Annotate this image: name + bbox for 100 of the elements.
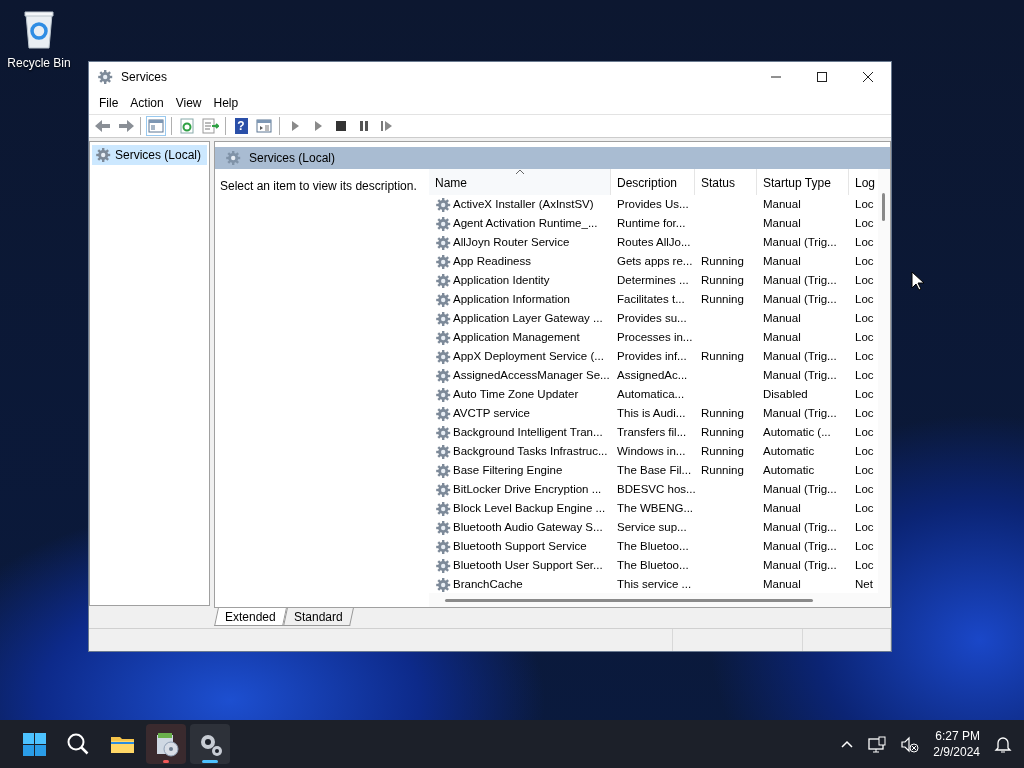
service-gear-icon xyxy=(435,576,451,593)
service-gear-icon xyxy=(435,462,451,479)
table-cell: Manual (Trig... xyxy=(763,273,837,286)
desktop-icon-label[interactable]: Recycle Bin xyxy=(7,54,71,72)
table-cell: Loc xyxy=(855,330,874,343)
table-cell[interactable]: Background Tasks Infrastruc... xyxy=(453,442,608,461)
table-cell: Loc xyxy=(855,387,874,400)
column-header[interactable]: Name xyxy=(429,169,611,195)
panel-icon xyxy=(147,117,165,135)
table-cell: Running xyxy=(701,463,744,476)
table-cell[interactable]: AssignedAccessManager Se... xyxy=(453,366,610,385)
service-gear-icon xyxy=(435,215,451,232)
table-cell[interactable]: AllJoyn Router Service xyxy=(453,233,570,252)
table-cell: Manual (Trig... xyxy=(763,368,837,381)
table-cell: This is Audi... xyxy=(617,406,686,419)
table-cell[interactable]: BitLocker Drive Encryption ... xyxy=(453,480,602,499)
table-cell[interactable]: Background Intelligent Tran... xyxy=(453,423,603,442)
table-cell: Running xyxy=(701,292,744,305)
service-gear-icon xyxy=(435,348,451,365)
table-cell: Running xyxy=(701,444,744,457)
view-tab[interactable]: Extended xyxy=(214,608,287,626)
table-cell: Manual xyxy=(763,330,801,343)
table-cell: Automatic (... xyxy=(763,425,831,438)
table-cell: Manual xyxy=(763,577,801,590)
description-text: Select an item to view its description. xyxy=(219,178,418,195)
table-cell: Automatic xyxy=(763,463,815,476)
table-cell[interactable]: AppX Deployment Service (... xyxy=(453,347,604,366)
menu-item[interactable]: File xyxy=(93,93,125,112)
tree-item[interactable]: Services (Local) xyxy=(92,145,207,165)
start-icon xyxy=(20,730,48,758)
refresh-icon xyxy=(178,117,196,135)
table-cell[interactable]: Application Identity xyxy=(453,271,550,290)
menu-item[interactable]: Help xyxy=(207,93,245,112)
menu-item[interactable]: Action xyxy=(124,93,170,112)
table-cell[interactable]: Auto Time Zone Updater xyxy=(453,385,579,404)
table-cell[interactable]: Application Management xyxy=(453,328,580,347)
table-cell: Service sup... xyxy=(617,520,687,533)
table-cell: Loc xyxy=(855,254,874,267)
vertical-scrollbar[interactable] xyxy=(878,169,890,593)
table-cell: Loc xyxy=(855,444,874,457)
speaker-muted-icon[interactable] xyxy=(900,735,920,753)
table-cell: The Base Fil... xyxy=(617,463,692,476)
table-cell: Loc xyxy=(855,368,874,381)
service-gear-icon xyxy=(435,253,451,270)
service-gear-icon xyxy=(435,500,451,517)
table-cell[interactable]: Base Filtering Engine xyxy=(453,461,563,480)
panel-button[interactable] xyxy=(146,116,166,136)
table-cell: Manual (Trig... xyxy=(763,520,837,533)
service-gear-icon xyxy=(435,272,451,289)
service-gear-icon xyxy=(435,405,451,422)
table-cell: Transfers fil... xyxy=(617,425,687,438)
table-cell: Loc xyxy=(855,425,874,438)
sort-caret-icon xyxy=(514,169,525,175)
column-header[interactable]: Description xyxy=(611,169,695,195)
taskbar-app[interactable] xyxy=(146,724,186,764)
properties-button[interactable] xyxy=(254,116,274,136)
network-icon[interactable] xyxy=(868,735,887,753)
clock[interactable]: 6:27 PM 2/9/2024 xyxy=(933,728,980,760)
table-cell: Gets apps re... xyxy=(617,254,693,267)
table-cell: This service ... xyxy=(617,577,692,590)
table-cell: Manual (Trig... xyxy=(763,406,837,419)
table-cell: Provides Us... xyxy=(617,197,689,210)
service-gear-icon xyxy=(435,443,451,460)
table-cell: Loc xyxy=(855,216,874,229)
table-cell[interactable]: Bluetooth Audio Gateway S... xyxy=(453,518,603,537)
refresh-button[interactable] xyxy=(177,116,197,136)
app-gear-icon xyxy=(97,68,113,85)
table-cell[interactable]: Block Level Backup Engine ... xyxy=(453,499,606,518)
table-cell: Running xyxy=(701,406,744,419)
table-cell: Net xyxy=(855,577,873,590)
table-cell: The Bluetoo... xyxy=(617,558,689,571)
menu-item[interactable]: View xyxy=(169,93,208,112)
table-cell: Determines ... xyxy=(617,273,689,286)
table-cell[interactable]: Agent Activation Runtime_... xyxy=(453,214,598,233)
table-cell[interactable]: Bluetooth Support Service xyxy=(453,537,587,556)
chevron-up-icon[interactable] xyxy=(840,738,855,750)
table-cell: Windows in... xyxy=(617,444,686,457)
column-header[interactable]: Startup Type xyxy=(757,169,849,195)
view-tab[interactable]: Standard xyxy=(282,608,354,626)
table-cell[interactable]: Application Layer Gateway ... xyxy=(453,309,603,328)
table-cell: Loc xyxy=(855,501,874,514)
table-cell[interactable]: App Readiness xyxy=(453,252,531,271)
column-header[interactable]: Status xyxy=(695,169,757,195)
export-list-button[interactable] xyxy=(200,116,220,136)
table-cell[interactable]: AVCTP service xyxy=(453,404,530,423)
table-cell: Manual (Trig... xyxy=(763,482,837,495)
service-gear-icon xyxy=(435,291,451,308)
table-cell: Loc xyxy=(855,292,874,305)
table-cell[interactable]: Bluetooth User Support Ser... xyxy=(453,556,603,575)
table-cell[interactable]: Application Information xyxy=(453,290,570,309)
horizontal-scrollbar[interactable] xyxy=(429,593,890,607)
table-cell: Disabled xyxy=(763,387,808,400)
service-gear-icon xyxy=(435,538,451,555)
taskbar-app[interactable] xyxy=(190,724,230,764)
table-cell: Manual (Trig... xyxy=(763,539,837,552)
table-cell: Loc xyxy=(855,520,874,533)
service-gear-icon xyxy=(435,310,451,327)
table-cell[interactable]: BranchCache xyxy=(453,575,523,593)
notification-bell-icon[interactable] xyxy=(994,735,1012,753)
table-cell[interactable]: ActiveX Installer (AxInstSV) xyxy=(453,195,594,214)
